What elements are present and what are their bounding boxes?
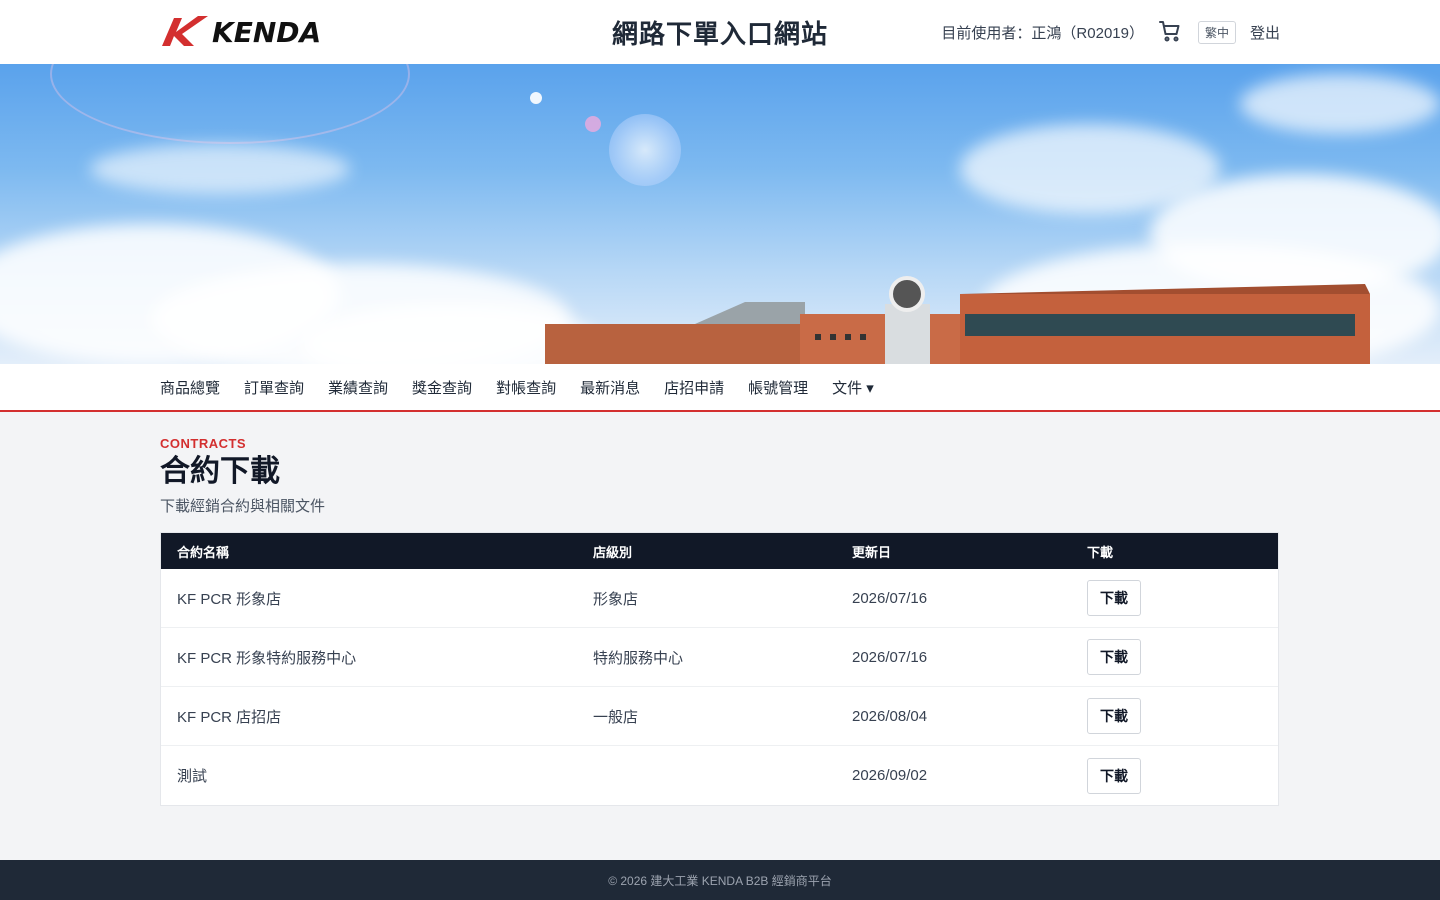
logo-text: KENDA (212, 15, 322, 49)
nav-item-orders[interactable]: 訂單查詢 (244, 377, 304, 398)
col-header-download: 下載 (1087, 544, 1114, 560)
nav-item-products[interactable]: 商品總覽 (160, 377, 220, 398)
table-row: 測試 2026/09/02 下載 (161, 746, 1278, 805)
footer-copyright: © 2026 建大工業 KENDA B2B 經銷商平台 (608, 873, 832, 888)
contracts-table: 合約名稱 店級別 更新日 下載 KF PCR 形象店 形象店 2026/07/1… (160, 532, 1279, 806)
top-header: KENDA 網路下單入口網站 目前使用者：正鴻（R02019） 繁中 登出 (0, 0, 1440, 64)
nav-item-bonus[interactable]: 獎金查詢 (412, 377, 472, 398)
nav-item-signage[interactable]: 店招申請 (664, 377, 724, 398)
store-level: 一般店 (593, 708, 639, 726)
nav-item-account[interactable]: 帳號管理 (748, 377, 808, 398)
download-button[interactable]: 下載 (1087, 580, 1141, 616)
user-area: 目前使用者：正鴻（R02019） 繁中 登出 (941, 19, 1280, 45)
contract-name: KF PCR 店招店 (177, 708, 282, 726)
nav-item-news[interactable]: 最新消息 (580, 377, 640, 398)
table-row: KF PCR 形象特約服務中心 特約服務中心 2026/07/16 下載 (161, 628, 1278, 687)
page-subtitle: 下載經銷合約與相關文件 (160, 498, 326, 515)
store-level: 形象店 (593, 590, 639, 608)
col-header-name: 合約名稱 (177, 544, 230, 560)
contract-name: KF PCR 形象特約服務中心 (177, 649, 357, 667)
table-row: KF PCR 形象店 形象店 2026/07/16 下載 (161, 569, 1278, 628)
store-level: 特約服務中心 (593, 649, 684, 667)
contract-name: 測試 (177, 768, 208, 785)
section-eyebrow: CONTRACTS (160, 436, 247, 451)
update-date: 2026/08/04 (852, 707, 928, 725)
hero-banner-image (0, 64, 1440, 364)
download-button[interactable]: 下載 (1087, 698, 1141, 734)
sun-lens-flare (609, 114, 681, 186)
cart-icon[interactable] (1158, 19, 1184, 45)
nav-item-statements[interactable]: 對帳查詢 (496, 377, 556, 398)
col-header-date: 更新日 (852, 544, 892, 560)
page-footer: © 2026 建大工業 KENDA B2B 經銷商平台 (0, 860, 1440, 900)
current-user-label: 目前使用者：正鴻（R02019） (941, 24, 1144, 42)
language-switch-button[interactable]: 繁中 (1197, 20, 1236, 44)
nav-item-documents-dropdown[interactable]: 文件 ▾ (832, 377, 874, 398)
table-header: 合約名稱 店級別 更新日 下載 (161, 533, 1278, 569)
page-title: 合約下載 (160, 455, 280, 488)
main-content: CONTRACTS 合約下載 下載經銷合約與相關文件 合約名稱 店級別 更新日 … (160, 412, 1280, 806)
update-date: 2026/07/16 (852, 589, 928, 607)
table-row: KF PCR 店招店 一般店 2026/08/04 下載 (161, 687, 1278, 746)
download-button[interactable]: 下載 (1087, 757, 1141, 794)
update-date: 2026/09/02 (852, 767, 928, 784)
contract-name: KF PCR 形象店 (177, 590, 282, 608)
nav-item-performance[interactable]: 業績查詢 (328, 377, 388, 398)
col-header-level: 店級別 (593, 544, 633, 560)
kenda-logo[interactable]: KENDA (160, 12, 321, 52)
factory-building (545, 276, 1370, 364)
site-title: 網路下單入口網站 (611, 18, 829, 49)
update-date: 2026/07/16 (852, 648, 928, 666)
download-button[interactable]: 下載 (1087, 639, 1141, 675)
logout-link[interactable]: 登出 (1250, 22, 1280, 43)
kenda-k-logo-icon (160, 12, 208, 53)
main-navigation: 商品總覽 訂單查詢 業績查詢 獎金查詢 對帳查詢 最新消息 店招申請 帳號管理 … (0, 364, 1440, 412)
